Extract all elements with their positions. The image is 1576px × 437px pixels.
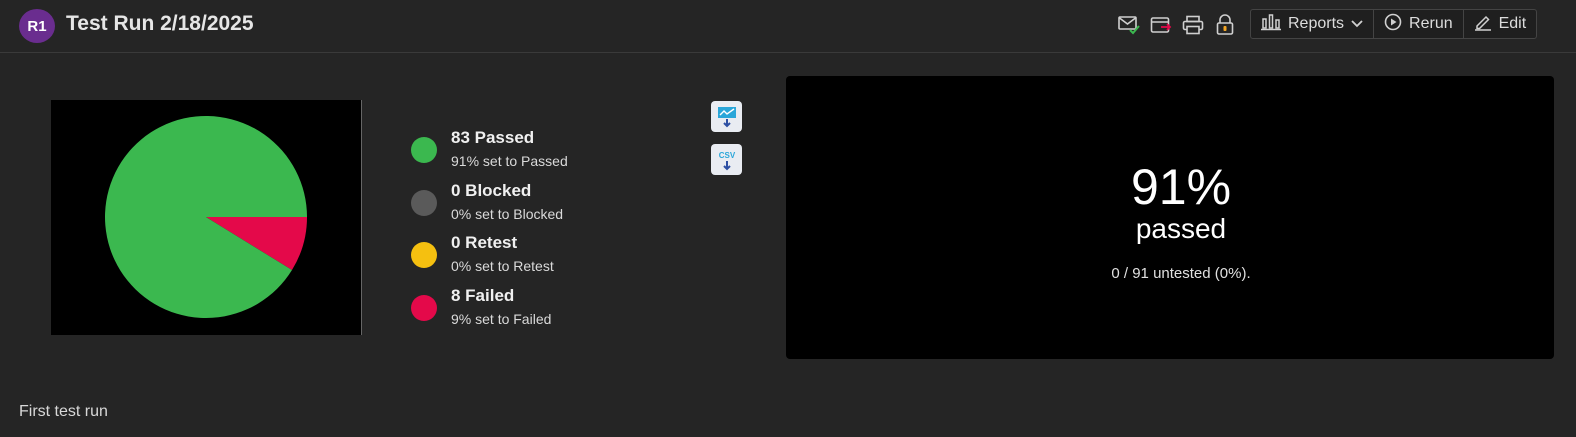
legend-subtitle: 9% set to Failed — [451, 311, 552, 327]
pencil-icon — [1474, 13, 1492, 36]
legend-subtitle: 91% set to Passed — [451, 153, 568, 169]
chevron-down-icon — [1351, 15, 1363, 33]
page-header: R1 Test Run 2/18/2025 Reports Rerun Edit — [0, 0, 1576, 53]
legend-item-failed: 8 Failed 9% set to Failed — [411, 286, 631, 336]
play-circle-icon — [1384, 13, 1402, 36]
legend-title: 8 Failed — [451, 286, 515, 305]
chart-download-icon — [717, 106, 736, 127]
pass-label: passed — [1135, 213, 1227, 244]
pie-slice-passed — [105, 115, 307, 318]
bar-chart-icon — [1261, 13, 1281, 36]
legend-title: 0 Blocked — [451, 181, 532, 200]
reports-label: Reports — [1288, 15, 1345, 32]
print-icon[interactable] — [1181, 13, 1205, 37]
legend-title: 83 Passed — [451, 128, 535, 147]
rerun-button[interactable]: Rerun — [1374, 10, 1464, 38]
blocked-dot-icon — [411, 190, 437, 216]
page-title: Test Run 2/18/2025 — [66, 12, 254, 35]
csv-download-icon: CSV — [718, 151, 735, 170]
run-avatar: R1 — [19, 9, 55, 43]
status-pie-chart — [51, 100, 362, 335]
edit-label: Edit — [1498, 15, 1527, 32]
email-check-icon[interactable] — [1117, 13, 1141, 37]
legend-subtitle: 0% set to Retest — [451, 258, 554, 274]
header-action-group: Reports Rerun Edit — [1250, 9, 1538, 39]
edit-button[interactable]: Edit — [1464, 10, 1537, 38]
pass-summary-panel: 91% passed 0 / 91 untested (0%). — [786, 76, 1554, 359]
passed-dot-icon — [411, 137, 437, 163]
untested-count: 0 / 91 untested (0%). — [1111, 265, 1251, 282]
run-description: First test run — [19, 403, 108, 420]
svg-text:CSV: CSV — [718, 151, 735, 160]
move-run-icon[interactable] — [1149, 13, 1173, 37]
lock-icon[interactable] — [1213, 13, 1237, 37]
retest-dot-icon — [411, 242, 437, 268]
failed-dot-icon — [411, 295, 437, 321]
legend-item-blocked: 0 Blocked 0% set to Blocked — [411, 181, 631, 231]
rerun-label: Rerun — [1409, 15, 1453, 32]
reports-button[interactable]: Reports — [1251, 10, 1375, 38]
export-csv-button[interactable]: CSV — [711, 144, 742, 175]
legend-item-retest: 0 Retest 0% set to Retest — [411, 233, 631, 283]
export-chart-image-button[interactable] — [711, 101, 742, 132]
pass-percentage: 91% — [1130, 159, 1232, 215]
legend-item-passed: 83 Passed 91% set to Passed — [411, 128, 631, 178]
pie-chart-svg — [105, 115, 307, 318]
legend-subtitle: 0% set to Blocked — [451, 206, 564, 222]
legend-title: 0 Retest — [451, 233, 518, 252]
